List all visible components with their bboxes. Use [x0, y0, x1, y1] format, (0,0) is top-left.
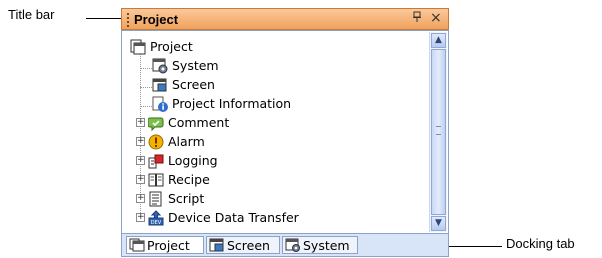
screen-icon [209, 238, 224, 252]
project-panel: Project × Project System Screen Project … [121, 8, 451, 257]
project-icon [129, 238, 145, 252]
tree-item-label: Screen [172, 77, 215, 92]
vertical-scrollbar[interactable]: ▲ ▼ [429, 32, 447, 232]
tree-connector [140, 106, 152, 107]
drag-grip-icon[interactable] [127, 13, 131, 27]
scrollbar-thumb[interactable] [431, 49, 446, 215]
docking-tab-bar: Project Screen System [121, 234, 449, 257]
expand-toggle-icon[interactable]: + [136, 194, 145, 203]
project-icon [130, 39, 146, 55]
system-icon [285, 238, 300, 252]
tree-connector [140, 68, 152, 69]
tree-item-label: Recipe [168, 172, 210, 187]
screen-icon [152, 78, 167, 92]
tree-item-label: Alarm [168, 134, 205, 149]
tree-item-label: Project [150, 39, 193, 54]
expand-toggle-icon[interactable]: + [136, 137, 145, 146]
expand-toggle-icon[interactable]: + [136, 213, 145, 222]
expand-toggle-icon[interactable]: + [136, 175, 145, 184]
expand-toggle-icon[interactable]: + [136, 118, 145, 127]
script-icon [149, 191, 162, 207]
tab-label: System [303, 238, 350, 253]
recipe-icon [148, 173, 164, 187]
panel-title: Project [134, 12, 179, 27]
tree-item-label: Project Information [172, 96, 292, 111]
docking-tab-callout: Docking tab [506, 236, 575, 251]
tree-connector [140, 87, 152, 88]
device-data-transfer-icon: DEV [148, 210, 164, 226]
title-bar-callout: Title bar [8, 7, 55, 22]
scroll-down-icon[interactable]: ▼ [431, 216, 446, 231]
tab-system[interactable]: System [282, 236, 358, 254]
tree-item-label: Comment [168, 115, 230, 130]
pin-icon[interactable] [412, 11, 422, 26]
title-bar-callout-line [86, 18, 124, 19]
logging-icon [148, 154, 164, 169]
expand-toggle-icon[interactable]: + [136, 156, 145, 165]
tree-item-label: Logging [168, 153, 218, 168]
tab-screen[interactable]: Screen [206, 236, 280, 254]
info-icon [152, 96, 168, 112]
tree-item-label: Device Data Transfer [168, 210, 299, 225]
title-bar[interactable]: Project × [121, 8, 449, 30]
tab-label: Screen [227, 238, 270, 253]
close-icon[interactable]: × [430, 10, 442, 26]
project-tree[interactable]: Project System Screen Project Informatio… [121, 30, 449, 234]
tab-project[interactable]: Project [126, 236, 204, 254]
svg-text:DEV: DEV [151, 220, 162, 226]
tree-item-label: Script [168, 191, 205, 206]
tab-label: Project [147, 238, 190, 253]
comment-icon [148, 117, 164, 131]
scroll-up-icon[interactable]: ▲ [431, 33, 446, 48]
tree-item-label: System [172, 58, 219, 73]
alarm-icon [148, 134, 164, 150]
system-icon [152, 58, 168, 74]
